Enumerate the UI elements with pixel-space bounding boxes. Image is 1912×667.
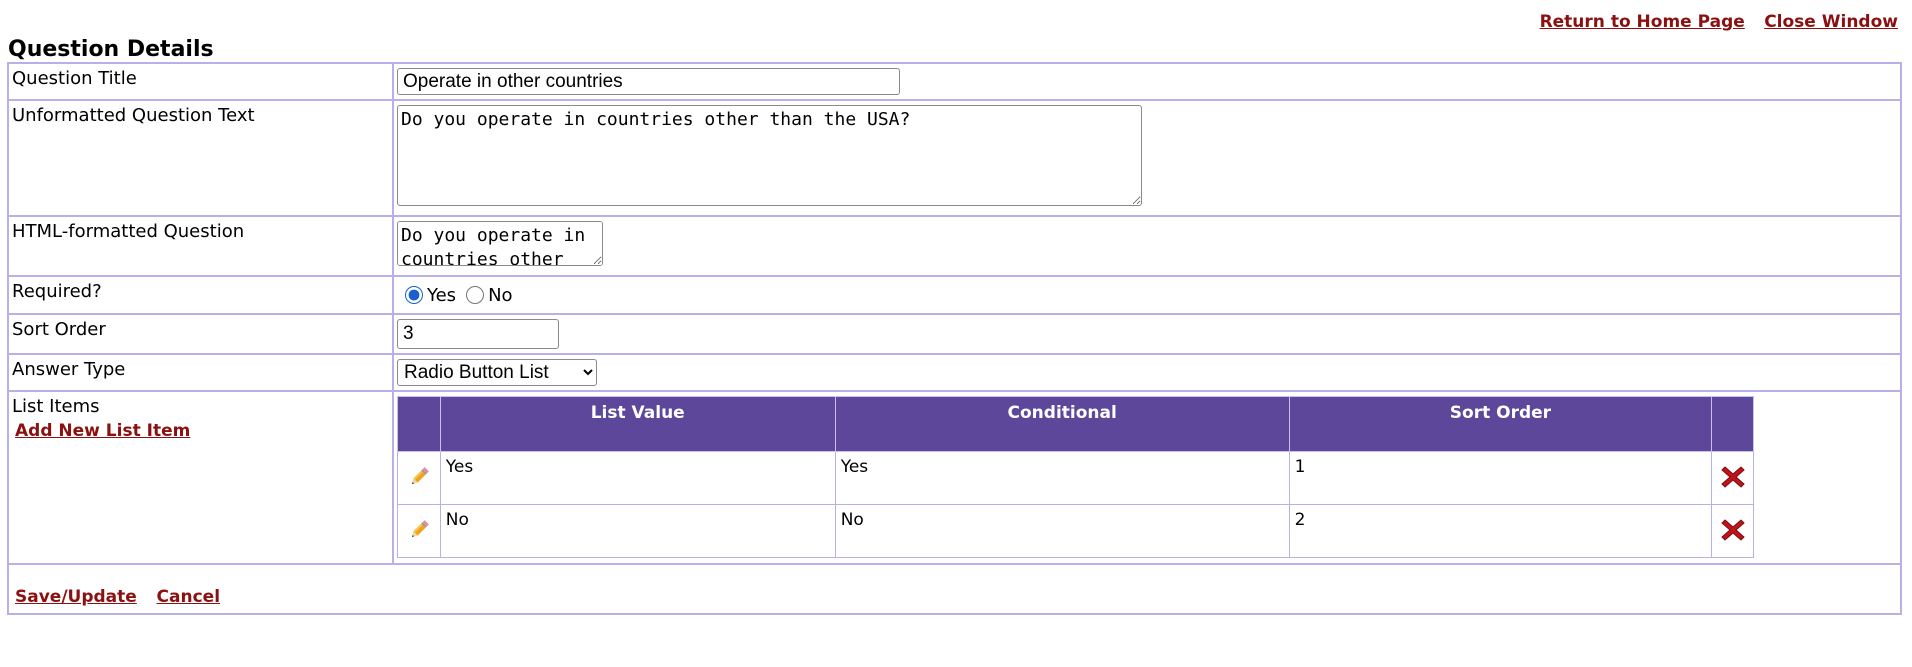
- list-item-row: Yes Yes 1: [397, 451, 1754, 505]
- list-item-row: No No 2: [397, 504, 1754, 558]
- pencil-icon[interactable]: [407, 465, 431, 489]
- list-items-label-cell: List Items Add New List Item: [8, 391, 393, 564]
- delete-x-icon[interactable]: [1720, 517, 1746, 543]
- sort-order-cell: [393, 314, 1901, 354]
- delete-x-icon[interactable]: [1720, 464, 1746, 490]
- question-details-form: Question Title Unformatted Question Text…: [7, 62, 1902, 615]
- header-delete: [1711, 396, 1754, 452]
- delete-cell: [1711, 504, 1754, 558]
- answer-type-label: Answer Type: [8, 354, 393, 391]
- list-items-label: List Items: [12, 396, 100, 417]
- required-no-label: No: [488, 284, 513, 306]
- close-window-link[interactable]: Close Window: [1764, 12, 1898, 32]
- row-unformatted-text: Unformatted Question Text Do you operate…: [8, 100, 1901, 216]
- row-sort-order: Sort Order: [8, 314, 1901, 354]
- add-new-list-item-link[interactable]: Add New List Item: [15, 420, 389, 442]
- header-edit: [397, 396, 441, 452]
- conditional-cell: No: [834, 504, 1290, 558]
- list-items-cell: List Value Conditional Sort Order Yes Ye…: [393, 391, 1901, 564]
- unformatted-text-label: Unformatted Question Text: [8, 100, 393, 216]
- row-list-items: List Items Add New List Item List Value …: [8, 391, 1901, 564]
- question-title-label: Question Title: [8, 63, 393, 100]
- sort-order-value-cell: 2: [1288, 504, 1713, 558]
- edit-cell: [397, 451, 441, 505]
- sort-order-input[interactable]: [397, 319, 559, 349]
- list-items-header-row: List Value Conditional Sort Order: [397, 396, 1754, 452]
- row-answer-type: Answer Type Radio Button List: [8, 354, 1901, 391]
- row-actions: Save/Update Cancel: [8, 564, 1901, 614]
- header-conditional: Conditional: [834, 396, 1290, 452]
- header-sort-order: Sort Order: [1288, 396, 1713, 452]
- top-links: Return to Home Page Close Window: [1526, 12, 1898, 32]
- header-list-value: List Value: [439, 396, 836, 452]
- unformatted-text-cell: Do you operate in countries other than t…: [393, 100, 1901, 216]
- required-yes-radio[interactable]: [405, 286, 423, 304]
- html-question-label: HTML-formatted Question: [8, 216, 393, 276]
- required-yes-label: Yes: [427, 284, 457, 306]
- page-title: Question Details: [8, 37, 214, 62]
- answer-type-cell: Radio Button List: [393, 354, 1901, 391]
- sort-order-label: Sort Order: [8, 314, 393, 354]
- required-radio-group: Yes No: [397, 281, 1897, 309]
- list-items-table: List Value Conditional Sort Order Yes Ye…: [397, 396, 1754, 558]
- answer-type-select[interactable]: Radio Button List: [397, 359, 597, 386]
- save-update-link[interactable]: Save/Update: [15, 587, 137, 607]
- required-cell: Yes No: [393, 276, 1901, 314]
- required-label: Required?: [8, 276, 393, 314]
- return-home-link[interactable]: Return to Home Page: [1540, 12, 1745, 32]
- list-value-cell: No: [439, 504, 836, 558]
- pencil-icon[interactable]: [407, 518, 431, 542]
- row-question-title: Question Title: [8, 63, 1901, 100]
- row-html-question: HTML-formatted Question Do you operate i…: [8, 216, 1901, 276]
- unformatted-text-textarea[interactable]: Do you operate in countries other than t…: [397, 105, 1142, 206]
- question-title-cell: [393, 63, 1901, 100]
- cancel-link[interactable]: Cancel: [157, 587, 220, 607]
- sort-order-value-cell: 1: [1288, 451, 1713, 505]
- list-value-cell: Yes: [439, 451, 836, 505]
- row-required: Required? Yes No: [8, 276, 1901, 314]
- html-question-cell: Do you operate in countries other than t…: [393, 216, 1901, 276]
- actions-cell: Save/Update Cancel: [8, 564, 1901, 614]
- required-no-radio[interactable]: [466, 286, 485, 304]
- delete-cell: [1711, 451, 1754, 505]
- question-title-input[interactable]: [397, 68, 900, 95]
- conditional-cell: Yes: [834, 451, 1290, 505]
- edit-cell: [397, 504, 441, 558]
- html-question-textarea[interactable]: Do you operate in countries other than t…: [397, 221, 603, 266]
